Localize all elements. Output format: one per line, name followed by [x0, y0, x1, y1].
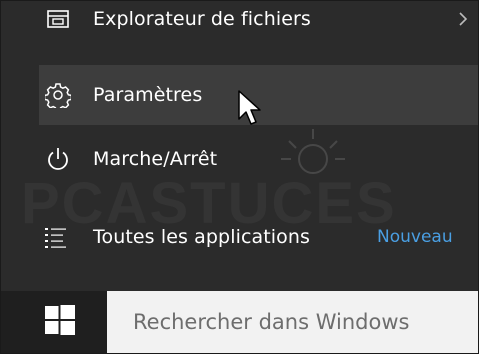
file-explorer-icon	[47, 10, 69, 28]
search-placeholder: Rechercher dans Windows	[133, 310, 410, 334]
start-button[interactable]	[1, 291, 107, 353]
mouse-cursor-icon	[238, 90, 261, 125]
menu-item-label: Paramètres	[93, 84, 203, 106]
taskbar: Rechercher dans Windows	[1, 291, 478, 353]
menu-item-label: Marche/Arrêt	[93, 148, 218, 170]
search-box[interactable]: Rechercher dans Windows	[107, 291, 478, 353]
gear-icon	[45, 83, 71, 108]
chevron-right-icon[interactable]	[457, 11, 469, 27]
all-apps-list-icon	[45, 228, 66, 248]
menu-item-label: Explorateur de fichiers	[93, 8, 311, 30]
menu-item-power[interactable]: Marche/Arrêt	[1, 131, 478, 187]
menu-item-file-explorer[interactable]: Explorateur de fichiers	[1, 1, 478, 47]
start-menu-window: Explorateur de fichiers Paramètres March…	[0, 0, 479, 354]
new-badge: Nouveau	[377, 227, 453, 247]
windows-logo-icon	[45, 305, 75, 335]
menu-item-all-apps[interactable]: Toutes les applications Nouveau	[1, 209, 478, 265]
menu-item-label: Toutes les applications	[93, 226, 311, 248]
power-icon	[48, 148, 68, 170]
